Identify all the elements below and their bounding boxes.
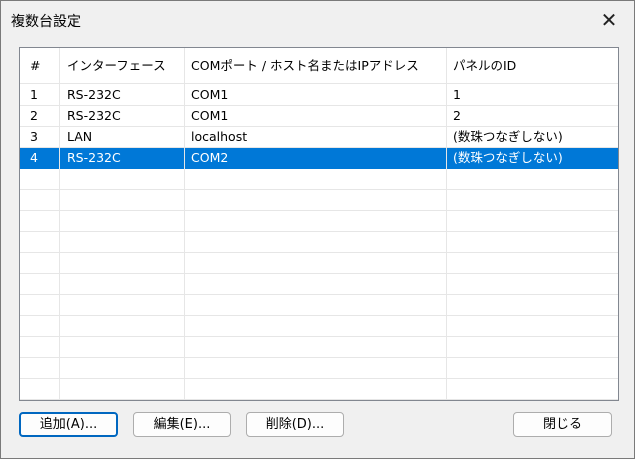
row-panel-id: 1 [453,87,461,102]
empty-row[interactable] [20,316,618,337]
row-number: 4 [30,150,38,165]
column-header-interface[interactable]: インターフェース [67,48,182,84]
column-header-panel-id[interactable]: パネルのID [453,48,613,84]
list-header: # インターフェース COMポート / ホスト名またはIPアドレス パネルのID [20,48,618,84]
table-row[interactable]: 2 RS-232C COM1 2 [20,106,618,127]
row-number: 1 [30,87,38,102]
table-row[interactable]: 4 RS-232C COM2 (数珠つなぎしない) [20,148,618,169]
table-row[interactable]: 1 RS-232C COM1 1 [20,85,618,106]
empty-row[interactable] [20,169,618,190]
row-address: COM2 [191,150,229,165]
empty-row[interactable] [20,211,618,232]
row-panel-id: (数珠つなぎしない) [453,150,563,165]
row-number: 3 [30,129,38,144]
empty-row[interactable] [20,190,618,211]
close-button[interactable]: 閉じる [513,412,612,437]
column-divider [184,48,185,400]
empty-row[interactable] [20,358,618,379]
empty-row[interactable] [20,232,618,253]
empty-row[interactable] [20,253,618,274]
column-divider [59,48,60,400]
row-interface: LAN [67,129,93,144]
row-address: COM1 [191,87,229,102]
title-bar[interactable]: 複数台設定 ✕ [1,1,634,39]
close-icon[interactable]: ✕ [592,5,626,35]
column-divider [446,48,447,400]
device-list[interactable]: # インターフェース COMポート / ホスト名またはIPアドレス パネルのID… [19,47,619,401]
empty-row[interactable] [20,274,618,295]
table-row[interactable]: 3 LAN localhost (数珠つなぎしない) [20,127,618,148]
empty-row[interactable] [20,379,618,400]
empty-row[interactable] [20,337,618,358]
column-header-number[interactable]: # [30,48,58,84]
empty-row[interactable] [20,295,618,316]
add-button[interactable]: 追加(A)... [19,412,118,437]
edit-button[interactable]: 編集(E)... [133,412,231,437]
column-header-address[interactable]: COMポート / ホスト名またはIPアドレス [191,48,441,84]
row-interface: RS-232C [67,108,121,123]
dialog-window: 複数台設定 ✕ # インターフェース COMポート / ホスト名またはIPアドレ… [0,0,635,459]
row-panel-id: 2 [453,108,461,123]
row-interface: RS-232C [67,87,121,102]
row-panel-id: (数珠つなぎしない) [453,129,563,144]
row-number: 2 [30,108,38,123]
delete-button[interactable]: 削除(D)... [246,412,344,437]
dialog-title: 複数台設定 [11,14,81,30]
row-interface: RS-232C [67,150,121,165]
row-address: localhost [191,129,248,144]
row-address: COM1 [191,108,229,123]
